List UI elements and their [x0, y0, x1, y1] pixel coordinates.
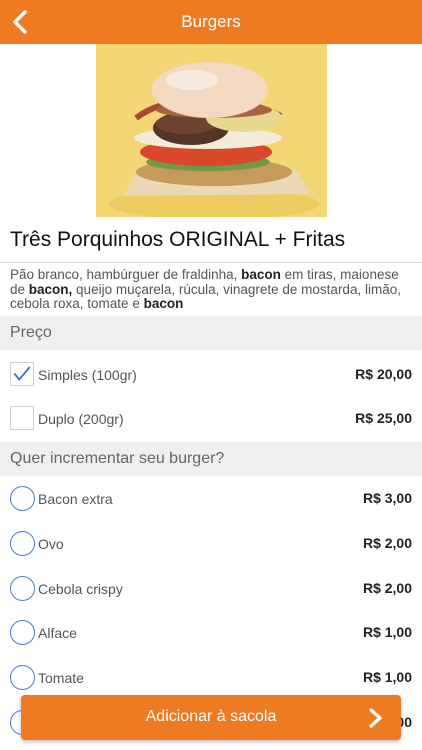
- option-price: R$ 25,00: [355, 410, 412, 426]
- radio-button[interactable]: [10, 576, 35, 601]
- extra-option-bacon[interactable]: Bacon extra R$ 3,00: [0, 476, 422, 520]
- checkbox[interactable]: [10, 362, 34, 386]
- option-price: R$ 3,00: [362, 490, 412, 506]
- chevron-right-icon: [369, 708, 382, 728]
- top-bar: Burgers: [0, 0, 422, 44]
- option-price: R$ 2,00: [362, 535, 412, 551]
- page-title: Burgers: [181, 12, 241, 31]
- section-header-price: Preço: [0, 316, 422, 350]
- extra-option-cebola[interactable]: Cebola crispy R$ 2,00: [0, 566, 422, 610]
- checkmark-icon: [13, 366, 31, 381]
- option-label: Bacon extra: [38, 491, 113, 507]
- section-header-extras: Quer incrementar seu burger?: [0, 442, 422, 476]
- option-label: Alface: [38, 625, 77, 641]
- option-price: R$ 1,00: [362, 669, 412, 685]
- product-description: Pão branco, hambúrguer de fraldinha, bac…: [10, 267, 414, 312]
- product-image-area: [0, 44, 422, 217]
- description-highlight: bacon: [241, 267, 281, 282]
- extra-option-tomate[interactable]: Tomate R$ 1,00: [0, 655, 422, 699]
- divider: [0, 262, 422, 263]
- extra-option-alface[interactable]: Alface R$ 1,00: [0, 610, 422, 654]
- extra-option-ovo[interactable]: Ovo R$ 2,00: [0, 521, 422, 565]
- option-label: Simples (100gr): [38, 367, 137, 383]
- description-text: Pão branco, hambúrguer de fraldinha,: [10, 267, 242, 282]
- description-highlight: bacon,: [28, 281, 73, 297]
- option-price: R$ 2,00: [362, 580, 412, 596]
- radio-button[interactable]: [10, 665, 35, 690]
- add-to-bag-label: Adicionar à sacola: [145, 708, 277, 725]
- option-price: R$ 1,00: [362, 624, 412, 640]
- add-to-bag-button[interactable]: Adicionar à sacola: [21, 695, 401, 740]
- product-name: Três Porquinhos ORIGINAL + Fritas: [10, 228, 346, 251]
- product-image: [96, 44, 327, 217]
- radio-button[interactable]: [10, 486, 35, 511]
- radio-button[interactable]: [10, 620, 35, 645]
- option-price: R$ 20,00: [355, 366, 412, 382]
- option-label: Tomate: [38, 670, 84, 686]
- radio-button[interactable]: [10, 531, 35, 556]
- option-label: Ovo: [38, 536, 64, 552]
- option-label: Duplo (200gr): [38, 411, 124, 427]
- description-highlight: bacon: [143, 296, 184, 311]
- price-option-simples[interactable]: Simples (100gr) R$ 20,00: [0, 352, 422, 396]
- option-label: Cebola crispy: [38, 581, 123, 597]
- checkbox[interactable]: [10, 406, 34, 430]
- price-option-duplo[interactable]: Duplo (200gr) R$ 25,00: [0, 396, 422, 440]
